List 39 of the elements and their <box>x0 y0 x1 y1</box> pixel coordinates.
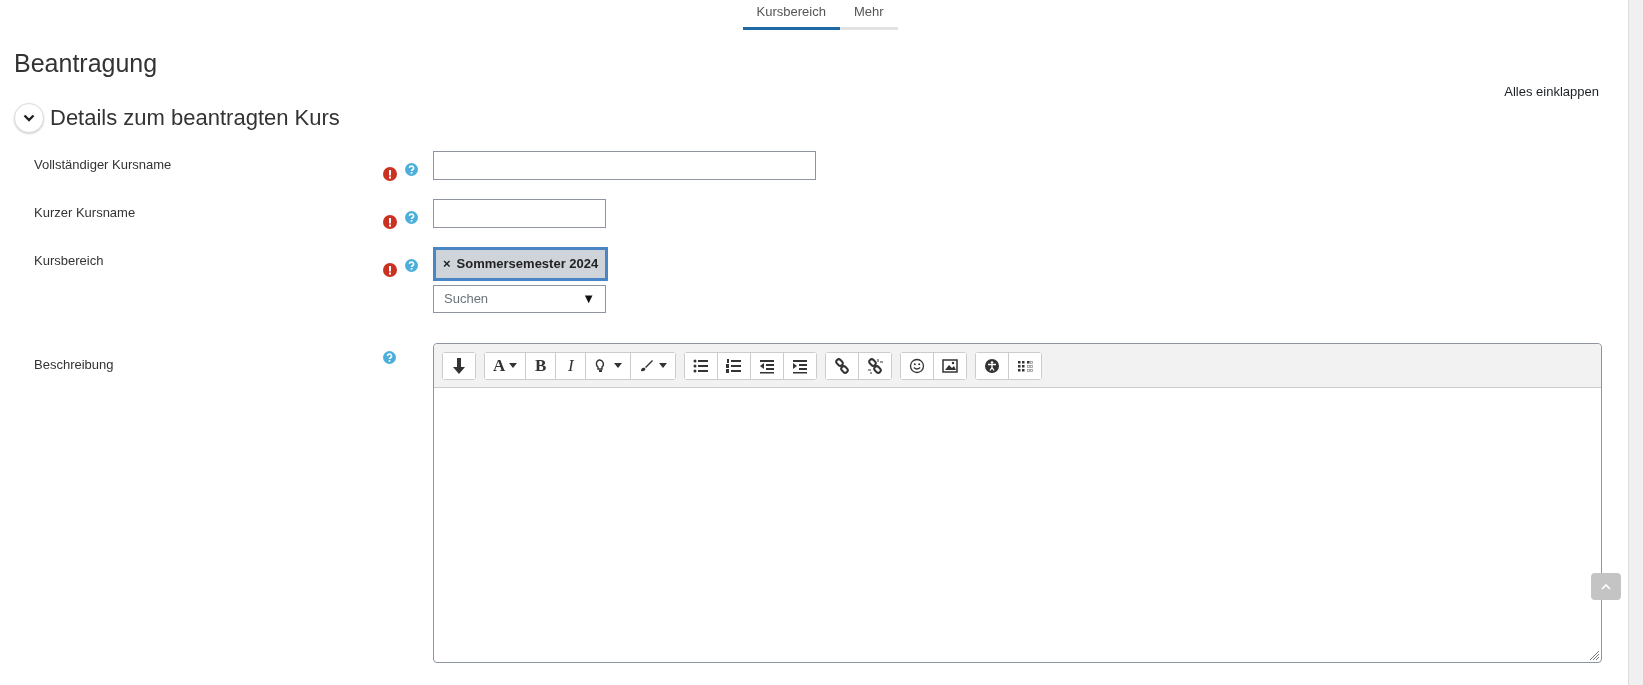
scrollbar[interactable] <box>1628 0 1643 685</box>
toolbar-button[interactable] <box>630 352 676 379</box>
brush-icon <box>639 357 656 374</box>
unlink-icon <box>867 357 884 374</box>
toolbar-button[interactable] <box>1008 352 1042 379</box>
field-label: Kursbereich <box>33 252 105 270</box>
page-title: Beantragung <box>14 47 159 78</box>
field-label: Kurzer Kursname <box>33 204 137 222</box>
bullet-list-icon <box>693 357 710 374</box>
chevron-icon <box>23 114 35 122</box>
outdent-icon <box>759 357 776 374</box>
field-label: Beschreibung <box>33 355 115 374</box>
toolbar-button[interactable] <box>858 352 892 379</box>
chevron-up-icon <box>1601 583 1611 590</box>
selected-category-tag[interactable]: × Sommersemester 2024 <box>433 247 609 281</box>
resize-grip-icon <box>1589 649 1600 661</box>
field-label: Vollständiger Kursname <box>33 156 173 174</box>
link-icon <box>834 357 851 374</box>
indent-icon <box>792 357 809 374</box>
search-dropdown[interactable]: Suchen ▼ <box>433 284 606 313</box>
text-input-field[interactable] <box>433 151 816 180</box>
collapse-toggle-button[interactable] <box>14 103 44 133</box>
dropdown-arrow-icon[interactable]: ▼ <box>582 288 595 309</box>
search-placeholder: Suchen <box>444 289 489 308</box>
toolbar-button[interactable] <box>443 352 475 379</box>
text-editor[interactable]: A B I <box>433 342 1602 663</box>
smiley-icon <box>909 357 926 374</box>
toolbar-button[interactable] <box>783 352 817 379</box>
toolbar-button[interactable] <box>933 352 967 379</box>
accessibility-icon <box>984 357 1001 374</box>
remove-icon[interactable]: × <box>443 254 451 274</box>
nav-tab[interactable]: Kursbereich <box>742 0 840 30</box>
text-input-field[interactable] <box>433 199 606 228</box>
section-title: Details zum beantragten Kurs <box>50 104 340 132</box>
nav-tab[interactable]: Mehr <box>839 0 898 30</box>
image-icon <box>942 357 959 374</box>
arrow-down-icon <box>451 357 467 374</box>
collapse-all-link[interactable]: Alles einklappen <box>1504 81 1599 101</box>
numbered-list-icon <box>726 357 743 374</box>
